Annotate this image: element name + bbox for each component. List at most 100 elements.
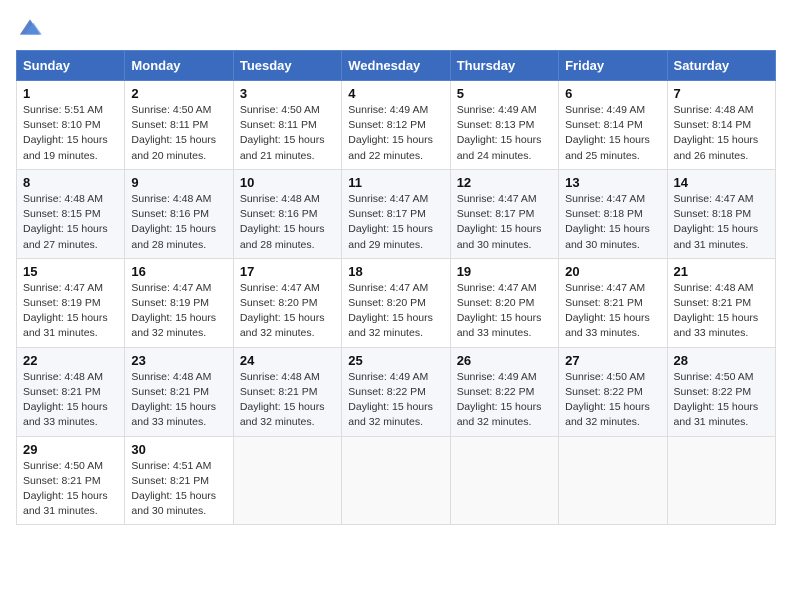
day-info: Sunrise: 4:50 AMSunset: 8:21 PMDaylight:… [23, 459, 118, 520]
day-info: Sunrise: 4:48 AMSunset: 8:21 PMDaylight:… [23, 370, 118, 431]
calendar-week-row: 29 Sunrise: 4:50 AMSunset: 8:21 PMDaylig… [17, 436, 776, 525]
page-header [16, 16, 776, 38]
day-number: 26 [457, 353, 552, 368]
day-number: 28 [674, 353, 769, 368]
day-info: Sunrise: 4:49 AMSunset: 8:22 PMDaylight:… [457, 370, 552, 431]
day-header-friday: Friday [559, 51, 667, 81]
calendar-cell: 19 Sunrise: 4:47 AMSunset: 8:20 PMDaylig… [450, 258, 558, 347]
calendar-body: 1 Sunrise: 5:51 AMSunset: 8:10 PMDayligh… [17, 81, 776, 525]
day-info: Sunrise: 4:48 AMSunset: 8:16 PMDaylight:… [131, 192, 226, 253]
day-number: 20 [565, 264, 660, 279]
day-number: 7 [674, 86, 769, 101]
day-number: 22 [23, 353, 118, 368]
day-number: 13 [565, 175, 660, 190]
calendar-cell: 21 Sunrise: 4:48 AMSunset: 8:21 PMDaylig… [667, 258, 775, 347]
day-header-thursday: Thursday [450, 51, 558, 81]
calendar-cell: 14 Sunrise: 4:47 AMSunset: 8:18 PMDaylig… [667, 169, 775, 258]
logo-icon [16, 16, 44, 38]
calendar-cell: 10 Sunrise: 4:48 AMSunset: 8:16 PMDaylig… [233, 169, 341, 258]
day-header-tuesday: Tuesday [233, 51, 341, 81]
day-number: 23 [131, 353, 226, 368]
calendar-cell: 1 Sunrise: 5:51 AMSunset: 8:10 PMDayligh… [17, 81, 125, 170]
day-number: 3 [240, 86, 335, 101]
calendar-cell: 11 Sunrise: 4:47 AMSunset: 8:17 PMDaylig… [342, 169, 450, 258]
day-info: Sunrise: 4:48 AMSunset: 8:21 PMDaylight:… [131, 370, 226, 431]
day-info: Sunrise: 4:47 AMSunset: 8:20 PMDaylight:… [240, 281, 335, 342]
calendar-cell: 25 Sunrise: 4:49 AMSunset: 8:22 PMDaylig… [342, 347, 450, 436]
day-number: 6 [565, 86, 660, 101]
calendar-week-row: 22 Sunrise: 4:48 AMSunset: 8:21 PMDaylig… [17, 347, 776, 436]
calendar-cell [450, 436, 558, 525]
day-info: Sunrise: 4:49 AMSunset: 8:12 PMDaylight:… [348, 103, 443, 164]
calendar-cell: 15 Sunrise: 4:47 AMSunset: 8:19 PMDaylig… [17, 258, 125, 347]
calendar-cell: 27 Sunrise: 4:50 AMSunset: 8:22 PMDaylig… [559, 347, 667, 436]
day-number: 10 [240, 175, 335, 190]
day-number: 29 [23, 442, 118, 457]
calendar-cell: 3 Sunrise: 4:50 AMSunset: 8:11 PMDayligh… [233, 81, 341, 170]
day-header-saturday: Saturday [667, 51, 775, 81]
calendar-cell: 23 Sunrise: 4:48 AMSunset: 8:21 PMDaylig… [125, 347, 233, 436]
calendar-cell: 20 Sunrise: 4:47 AMSunset: 8:21 PMDaylig… [559, 258, 667, 347]
day-number: 17 [240, 264, 335, 279]
day-number: 21 [674, 264, 769, 279]
calendar-cell: 13 Sunrise: 4:47 AMSunset: 8:18 PMDaylig… [559, 169, 667, 258]
day-number: 2 [131, 86, 226, 101]
day-info: Sunrise: 4:49 AMSunset: 8:22 PMDaylight:… [348, 370, 443, 431]
calendar-cell: 6 Sunrise: 4:49 AMSunset: 8:14 PMDayligh… [559, 81, 667, 170]
day-header-monday: Monday [125, 51, 233, 81]
day-info: Sunrise: 4:48 AMSunset: 8:21 PMDaylight:… [674, 281, 769, 342]
calendar-cell: 18 Sunrise: 4:47 AMSunset: 8:20 PMDaylig… [342, 258, 450, 347]
day-number: 4 [348, 86, 443, 101]
calendar-cell: 30 Sunrise: 4:51 AMSunset: 8:21 PMDaylig… [125, 436, 233, 525]
calendar-header-row: SundayMondayTuesdayWednesdayThursdayFrid… [17, 51, 776, 81]
day-number: 8 [23, 175, 118, 190]
day-number: 12 [457, 175, 552, 190]
day-info: Sunrise: 4:47 AMSunset: 8:19 PMDaylight:… [23, 281, 118, 342]
day-number: 14 [674, 175, 769, 190]
day-number: 11 [348, 175, 443, 190]
day-number: 9 [131, 175, 226, 190]
day-info: Sunrise: 4:51 AMSunset: 8:21 PMDaylight:… [131, 459, 226, 520]
calendar-cell: 4 Sunrise: 4:49 AMSunset: 8:12 PMDayligh… [342, 81, 450, 170]
calendar-cell: 24 Sunrise: 4:48 AMSunset: 8:21 PMDaylig… [233, 347, 341, 436]
day-number: 16 [131, 264, 226, 279]
day-info: Sunrise: 4:47 AMSunset: 8:17 PMDaylight:… [457, 192, 552, 253]
day-info: Sunrise: 4:47 AMSunset: 8:20 PMDaylight:… [348, 281, 443, 342]
day-info: Sunrise: 4:48 AMSunset: 8:15 PMDaylight:… [23, 192, 118, 253]
day-number: 25 [348, 353, 443, 368]
day-info: Sunrise: 4:50 AMSunset: 8:11 PMDaylight:… [131, 103, 226, 164]
day-number: 27 [565, 353, 660, 368]
calendar-cell [667, 436, 775, 525]
calendar-cell: 5 Sunrise: 4:49 AMSunset: 8:13 PMDayligh… [450, 81, 558, 170]
day-info: Sunrise: 4:50 AMSunset: 8:11 PMDaylight:… [240, 103, 335, 164]
day-info: Sunrise: 4:47 AMSunset: 8:19 PMDaylight:… [131, 281, 226, 342]
day-info: Sunrise: 4:47 AMSunset: 8:18 PMDaylight:… [674, 192, 769, 253]
day-info: Sunrise: 4:50 AMSunset: 8:22 PMDaylight:… [674, 370, 769, 431]
calendar-cell: 9 Sunrise: 4:48 AMSunset: 8:16 PMDayligh… [125, 169, 233, 258]
day-info: Sunrise: 4:47 AMSunset: 8:20 PMDaylight:… [457, 281, 552, 342]
calendar-cell [342, 436, 450, 525]
calendar-cell: 2 Sunrise: 4:50 AMSunset: 8:11 PMDayligh… [125, 81, 233, 170]
calendar-cell: 22 Sunrise: 4:48 AMSunset: 8:21 PMDaylig… [17, 347, 125, 436]
day-info: Sunrise: 5:51 AMSunset: 8:10 PMDaylight:… [23, 103, 118, 164]
day-header-sunday: Sunday [17, 51, 125, 81]
day-number: 1 [23, 86, 118, 101]
day-info: Sunrise: 4:48 AMSunset: 8:21 PMDaylight:… [240, 370, 335, 431]
calendar-cell [559, 436, 667, 525]
calendar-week-row: 15 Sunrise: 4:47 AMSunset: 8:19 PMDaylig… [17, 258, 776, 347]
day-info: Sunrise: 4:50 AMSunset: 8:22 PMDaylight:… [565, 370, 660, 431]
calendar-week-row: 1 Sunrise: 5:51 AMSunset: 8:10 PMDayligh… [17, 81, 776, 170]
calendar-cell: 8 Sunrise: 4:48 AMSunset: 8:15 PMDayligh… [17, 169, 125, 258]
calendar-cell: 16 Sunrise: 4:47 AMSunset: 8:19 PMDaylig… [125, 258, 233, 347]
day-info: Sunrise: 4:47 AMSunset: 8:21 PMDaylight:… [565, 281, 660, 342]
day-number: 5 [457, 86, 552, 101]
calendar-cell: 12 Sunrise: 4:47 AMSunset: 8:17 PMDaylig… [450, 169, 558, 258]
day-info: Sunrise: 4:48 AMSunset: 8:14 PMDaylight:… [674, 103, 769, 164]
calendar-cell: 28 Sunrise: 4:50 AMSunset: 8:22 PMDaylig… [667, 347, 775, 436]
day-info: Sunrise: 4:48 AMSunset: 8:16 PMDaylight:… [240, 192, 335, 253]
calendar-cell: 7 Sunrise: 4:48 AMSunset: 8:14 PMDayligh… [667, 81, 775, 170]
calendar-cell: 26 Sunrise: 4:49 AMSunset: 8:22 PMDaylig… [450, 347, 558, 436]
day-number: 30 [131, 442, 226, 457]
calendar-week-row: 8 Sunrise: 4:48 AMSunset: 8:15 PMDayligh… [17, 169, 776, 258]
day-info: Sunrise: 4:47 AMSunset: 8:17 PMDaylight:… [348, 192, 443, 253]
